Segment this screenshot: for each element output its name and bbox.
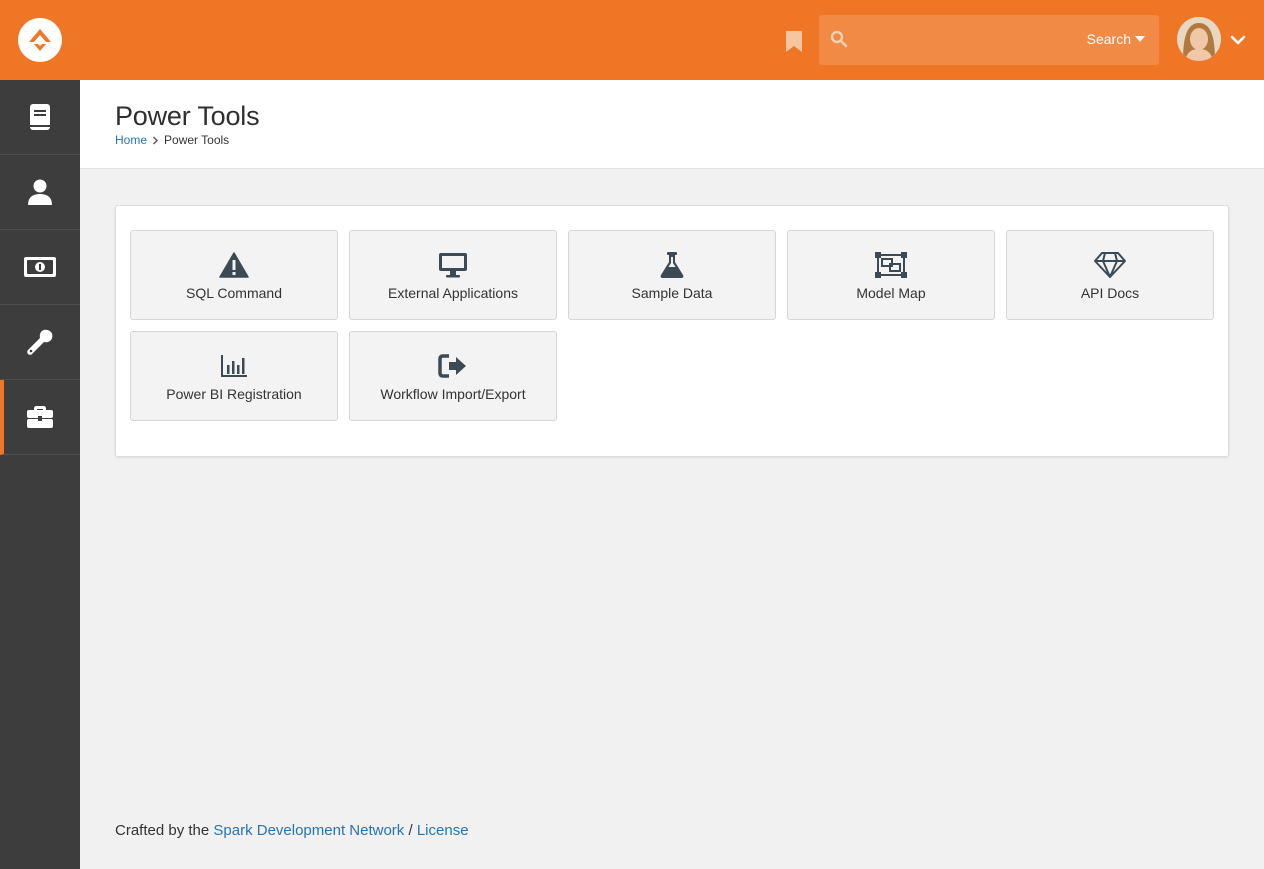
flask-icon: [656, 251, 688, 279]
sidebar-item-admin[interactable]: [0, 380, 80, 455]
breadcrumb: Home Power Tools: [115, 133, 229, 147]
tool-label: Sample Data: [631, 285, 713, 301]
briefcase-icon: [27, 406, 53, 428]
tool-sample-data[interactable]: Sample Data: [568, 230, 776, 320]
money-bill-icon: [24, 257, 56, 277]
avatar[interactable]: [1177, 17, 1221, 61]
object-group-icon: [875, 251, 907, 279]
license-link[interactable]: License: [417, 822, 469, 839]
search-icon: [830, 30, 848, 48]
search-filter-label: Search: [1086, 31, 1131, 47]
wrench-icon: [27, 329, 53, 355]
sign-out-icon: [437, 352, 469, 380]
footer-prefix: Crafted by the: [115, 822, 210, 839]
rock-logo-icon[interactable]: [18, 18, 62, 62]
tool-label: API Docs: [1080, 285, 1140, 301]
search-filter-button[interactable]: Search: [1087, 31, 1145, 47]
tool-workflow-import-export[interactable]: Workflow Import/Export: [349, 331, 557, 421]
sidebar-item-finance[interactable]: [0, 230, 80, 305]
breadcrumb-current: Power Tools: [164, 133, 230, 147]
bar-chart-icon: [218, 352, 250, 380]
top-bar: Search: [0, 0, 1264, 80]
tool-label: Workflow Import/Export: [380, 386, 526, 402]
tool-sql-command[interactable]: SQL Command: [130, 230, 338, 320]
tool-label: Power BI Registration: [166, 386, 302, 402]
tool-external-applications[interactable]: External Applications: [349, 230, 557, 320]
sidebar-item-people[interactable]: [0, 155, 80, 230]
breadcrumb-home-link[interactable]: Home: [115, 133, 147, 147]
search-input[interactable]: [859, 25, 1079, 55]
spark-network-link[interactable]: Spark Development Network: [213, 822, 404, 839]
tool-power-bi-registration[interactable]: Power BI Registration: [130, 331, 338, 421]
page-title: Power Tools: [115, 101, 260, 131]
footer: Crafted by the Spark Development Network…: [115, 822, 469, 839]
sidebar-item-book[interactable]: [0, 80, 80, 155]
sidebar: [0, 80, 80, 869]
page-header: Power Tools Home Power Tools: [80, 80, 1264, 169]
power-tools-panel: SQL Command External Applications Sample…: [115, 205, 1229, 457]
book-icon: [30, 104, 50, 130]
tool-api-docs[interactable]: API Docs: [1006, 230, 1214, 320]
tool-label: Model Map: [856, 285, 926, 301]
chevron-right-icon: [153, 136, 159, 144]
gem-icon: [1094, 251, 1126, 279]
user-icon: [28, 179, 52, 205]
caret-down-icon: [1135, 36, 1145, 42]
footer-separator: /: [408, 822, 413, 839]
bookmark-icon[interactable]: [784, 29, 804, 53]
chevron-down-icon[interactable]: [1229, 31, 1247, 49]
tool-model-map[interactable]: Model Map: [787, 230, 995, 320]
tool-label: SQL Command: [186, 285, 282, 301]
desktop-icon: [437, 251, 469, 279]
search-box: Search: [819, 15, 1159, 65]
tool-label: External Applications: [388, 285, 518, 301]
sidebar-item-tools[interactable]: [0, 305, 80, 380]
warning-icon: [218, 251, 250, 279]
